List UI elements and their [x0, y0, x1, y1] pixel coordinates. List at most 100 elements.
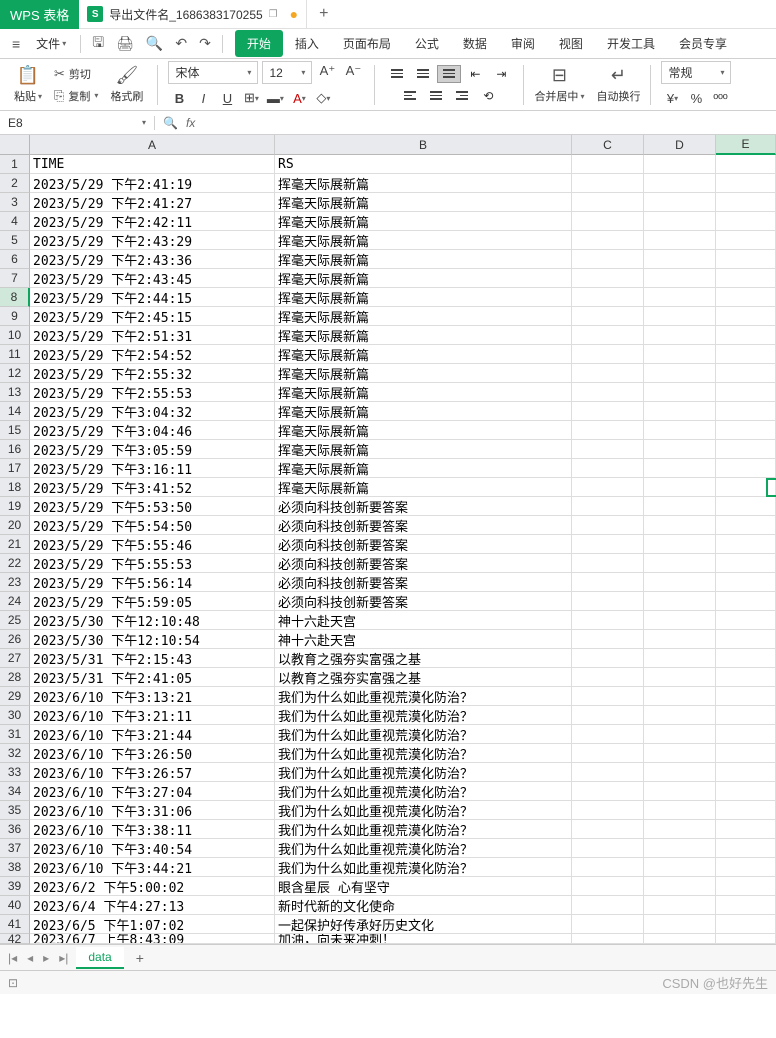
- first-sheet-icon[interactable]: |◂: [6, 951, 19, 965]
- window-restore-icon[interactable]: ❐: [269, 9, 278, 20]
- cell[interactable]: [716, 611, 776, 630]
- cell[interactable]: [644, 839, 716, 858]
- wrap-text-button[interactable]: ↵ 自动换行: [592, 63, 644, 106]
- align-center-button[interactable]: [424, 87, 448, 105]
- cell[interactable]: 2023/5/29 下午2:45:15: [30, 307, 275, 326]
- cell[interactable]: 加油，向未来冲刺！: [275, 934, 572, 944]
- row-header[interactable]: 25: [0, 611, 30, 630]
- cell[interactable]: 挥毫天际展新篇: [275, 288, 572, 307]
- cell[interactable]: [572, 193, 644, 212]
- cell[interactable]: [572, 782, 644, 801]
- font-select[interactable]: 宋体▾: [168, 61, 258, 84]
- row-header[interactable]: 18: [0, 478, 30, 497]
- cell[interactable]: 挥毫天际展新篇: [275, 250, 572, 269]
- column-header-D[interactable]: D: [644, 135, 716, 155]
- cell[interactable]: [716, 326, 776, 345]
- cell[interactable]: 挥毫天际展新篇: [275, 174, 572, 193]
- cell[interactable]: [644, 687, 716, 706]
- cell[interactable]: [644, 763, 716, 782]
- cell[interactable]: [572, 345, 644, 364]
- menu-tab-会员专享[interactable]: 会员专享: [667, 30, 739, 57]
- cell[interactable]: [716, 744, 776, 763]
- cell[interactable]: [644, 744, 716, 763]
- row-header[interactable]: 12: [0, 364, 30, 383]
- cell[interactable]: [644, 668, 716, 687]
- orientation-button[interactable]: ⟲: [476, 87, 500, 105]
- cell[interactable]: [572, 706, 644, 725]
- cell[interactable]: [644, 516, 716, 535]
- cell[interactable]: TIME: [30, 155, 275, 174]
- cell[interactable]: [716, 307, 776, 326]
- cell[interactable]: [572, 421, 644, 440]
- cell[interactable]: [572, 174, 644, 193]
- cell[interactable]: 必须向科技创新要答案: [275, 497, 572, 516]
- cell[interactable]: 2023/6/10 下午3:26:57: [30, 763, 275, 782]
- cell[interactable]: [572, 934, 644, 944]
- row-header[interactable]: 28: [0, 668, 30, 687]
- cell[interactable]: [644, 820, 716, 839]
- cell[interactable]: 2023/5/29 下午3:16:11: [30, 459, 275, 478]
- cell[interactable]: [572, 896, 644, 915]
- row-header[interactable]: 29: [0, 687, 30, 706]
- cell[interactable]: 2023/5/29 下午2:44:15: [30, 288, 275, 307]
- cell[interactable]: 2023/5/29 下午2:42:11: [30, 212, 275, 231]
- cell[interactable]: RS: [275, 155, 572, 174]
- cell[interactable]: 2023/6/10 下午3:38:11: [30, 820, 275, 839]
- row-header[interactable]: 6: [0, 250, 30, 269]
- cell[interactable]: 挥毫天际展新篇: [275, 402, 572, 421]
- row-header[interactable]: 27: [0, 649, 30, 668]
- cell[interactable]: [572, 554, 644, 573]
- cell[interactable]: 2023/6/7 上午8:43:09: [30, 934, 275, 944]
- row-header[interactable]: 34: [0, 782, 30, 801]
- cell[interactable]: [644, 497, 716, 516]
- row-header[interactable]: 26: [0, 630, 30, 649]
- cell[interactable]: [644, 326, 716, 345]
- cell[interactable]: [572, 535, 644, 554]
- cell[interactable]: [644, 782, 716, 801]
- menu-tab-开始[interactable]: 开始: [235, 30, 283, 57]
- align-left-button[interactable]: [398, 87, 422, 105]
- cell[interactable]: [716, 915, 776, 934]
- cell[interactable]: [716, 877, 776, 896]
- row-header[interactable]: 21: [0, 535, 30, 554]
- cell[interactable]: [644, 801, 716, 820]
- cell[interactable]: 2023/5/29 下午2:54:52: [30, 345, 275, 364]
- cell[interactable]: 2023/6/10 下午3:13:21: [30, 687, 275, 706]
- cell[interactable]: 2023/5/29 下午5:55:46: [30, 535, 275, 554]
- number-format-select[interactable]: 常规▾: [661, 61, 731, 84]
- cell[interactable]: [644, 345, 716, 364]
- menu-tab-公式[interactable]: 公式: [403, 30, 451, 57]
- cancel-icon[interactable]: 🔍: [163, 116, 178, 130]
- cell[interactable]: [716, 231, 776, 250]
- cell[interactable]: 2023/5/29 下午5:59:05: [30, 592, 275, 611]
- cell[interactable]: 挥毫天际展新篇: [275, 459, 572, 478]
- cell[interactable]: [572, 763, 644, 782]
- cell[interactable]: 必须向科技创新要答案: [275, 573, 572, 592]
- cell[interactable]: [716, 364, 776, 383]
- cell[interactable]: 2023/5/29 下午2:51:31: [30, 326, 275, 345]
- cell[interactable]: 我们为什么如此重视荒漠化防治？: [275, 839, 572, 858]
- cell[interactable]: [644, 440, 716, 459]
- cell[interactable]: 2023/5/29 下午2:43:29: [30, 231, 275, 250]
- cell[interactable]: [572, 212, 644, 231]
- cell[interactable]: [572, 839, 644, 858]
- cell[interactable]: [572, 915, 644, 934]
- row-header[interactable]: 3: [0, 193, 30, 212]
- cell[interactable]: [644, 402, 716, 421]
- cell[interactable]: [572, 649, 644, 668]
- row-header[interactable]: 32: [0, 744, 30, 763]
- cell[interactable]: [716, 174, 776, 193]
- increase-font-icon[interactable]: A⁺: [316, 61, 338, 81]
- paste-button[interactable]: 📋 粘贴▾: [10, 63, 46, 106]
- new-tab-button[interactable]: +: [307, 5, 340, 23]
- column-header-A[interactable]: A: [30, 135, 275, 155]
- cell[interactable]: 2023/5/29 下午3:04:32: [30, 402, 275, 421]
- row-header[interactable]: 20: [0, 516, 30, 535]
- row-header[interactable]: 2: [0, 174, 30, 193]
- cell[interactable]: [716, 820, 776, 839]
- row-header[interactable]: 1: [0, 155, 30, 174]
- increase-indent-button[interactable]: ⇥: [489, 65, 513, 83]
- cell[interactable]: 挥毫天际展新篇: [275, 269, 572, 288]
- cell[interactable]: [644, 269, 716, 288]
- cell[interactable]: [716, 402, 776, 421]
